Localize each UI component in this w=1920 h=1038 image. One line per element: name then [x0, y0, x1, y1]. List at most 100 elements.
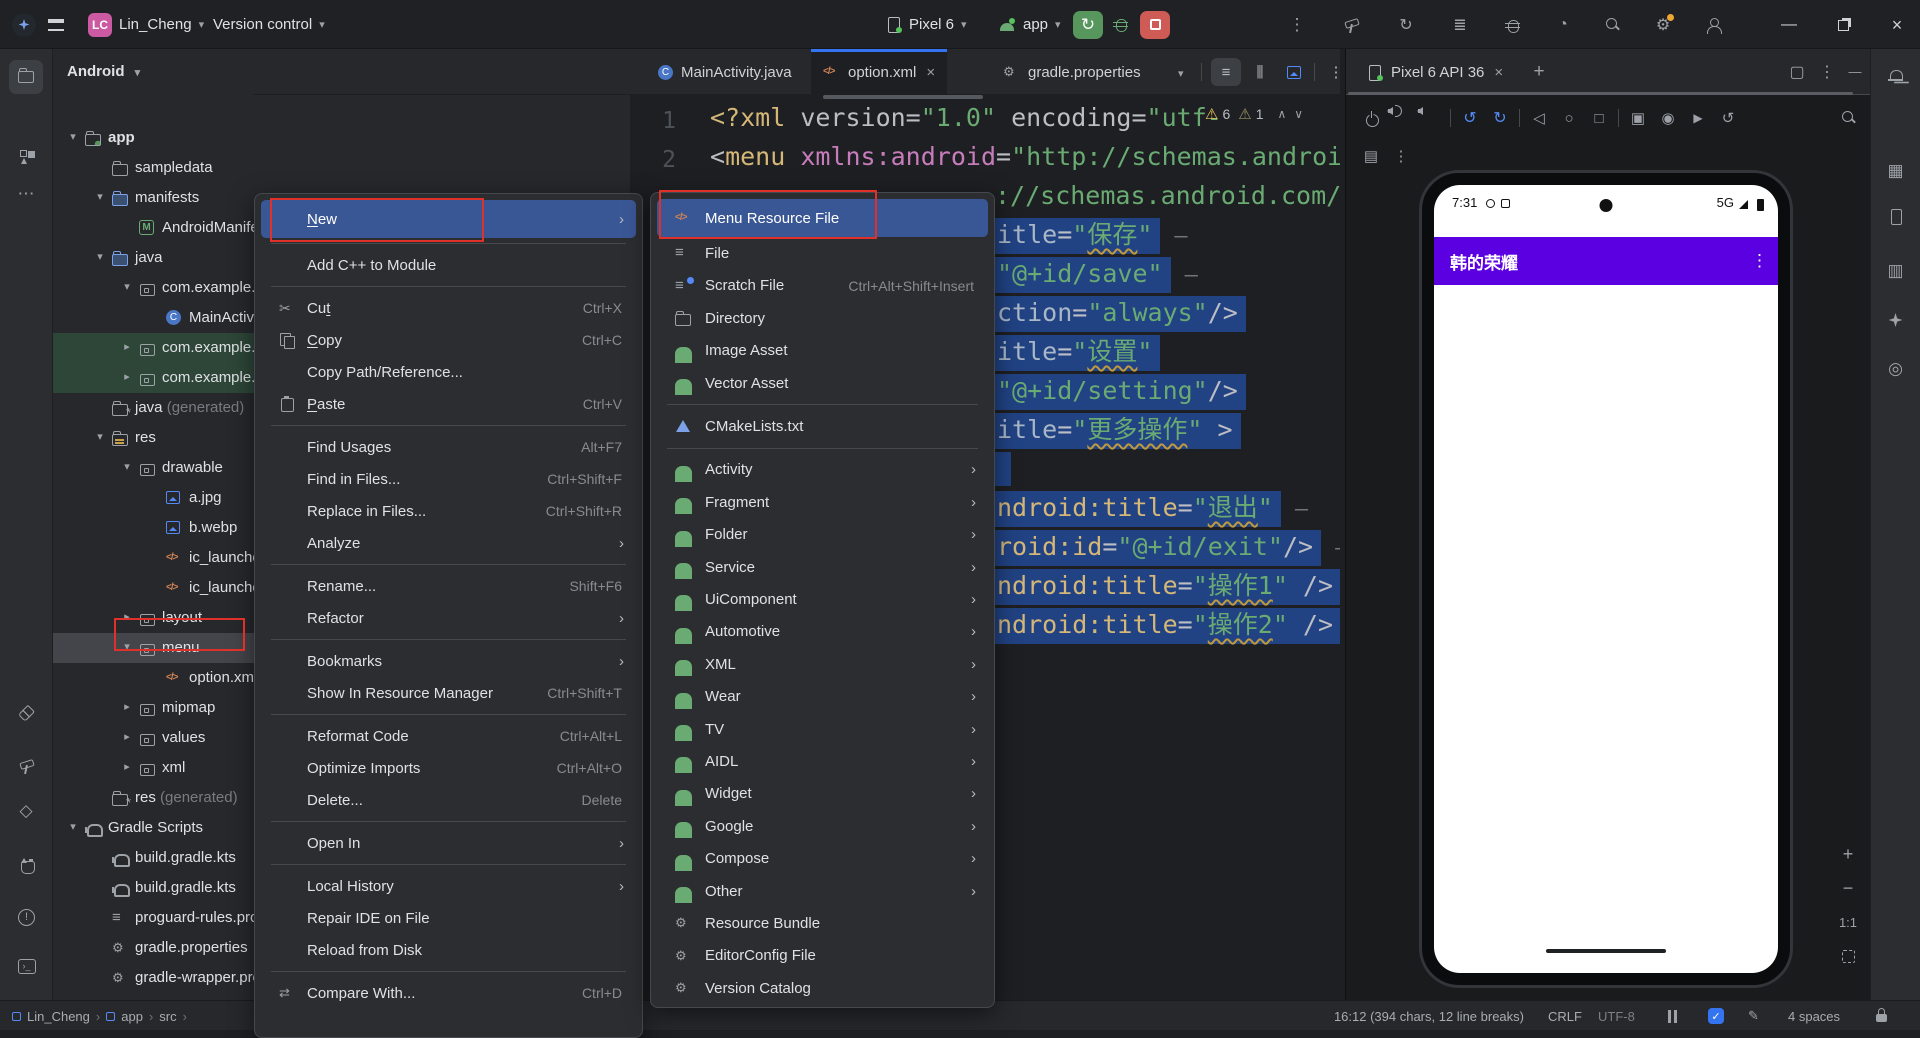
menu-item-add-c-to-module[interactable]: Add C++ to Module — [261, 249, 636, 281]
caret-position[interactable]: 16:12 (394 chars, 12 line breaks) — [1300, 1001, 1524, 1031]
power-icon[interactable] — [1356, 103, 1386, 133]
menu-item-open-in[interactable]: Open In › — [261, 827, 636, 859]
menu-item-rename[interactable]: Rename... Shift+F6 — [261, 570, 636, 602]
menu-item-compose[interactable]: Compose › — [657, 843, 988, 875]
menu-item-vector-asset[interactable]: Vector Asset — [657, 367, 988, 399]
code-line[interactable]: itle="保存" — — [995, 218, 1188, 254]
code-line[interactable]: ndroid:title="退出" — — [995, 491, 1308, 527]
menu-item-find-usages[interactable]: Find Usages Alt+F7 — [261, 431, 636, 463]
menu-item-delete[interactable]: Delete... Delete — [261, 784, 636, 816]
window-close-button[interactable]: × — [1884, 12, 1910, 38]
code-line[interactable]: ndroid:title="操作1" />— — [995, 569, 1340, 605]
menu-item-file[interactable]: File — [657, 237, 988, 269]
code-line[interactable] — [995, 452, 1011, 495]
screenshot-icon[interactable] — [1653, 103, 1683, 133]
phone-screen[interactable]: 7:31 5G 韩的荣耀 ⋮ — [1434, 185, 1778, 973]
menu-item-xml[interactable]: XML › — [657, 648, 988, 680]
zoom-out-button[interactable]: − — [1833, 873, 1863, 903]
menu-item-reformat-code[interactable]: Reformat Code Ctrl+Alt+L — [261, 720, 636, 752]
menu-item-refactor[interactable]: Refactor › — [261, 602, 636, 634]
account-icon[interactable] — [1700, 12, 1726, 38]
menu-item-service[interactable]: Service › — [657, 551, 988, 583]
design-view-button[interactable] — [1279, 58, 1309, 86]
menu-item-activity[interactable]: Activity › — [657, 454, 988, 486]
breadcrumb[interactable]: Lin_Cheng › app › src › — [12, 1001, 187, 1031]
stop-button[interactable] — [1140, 10, 1170, 39]
menu-item-cmakelists-txt[interactable]: CMakeLists.txt — [657, 410, 988, 442]
zoom-tool-icon[interactable] — [1834, 103, 1864, 133]
search-everywhere-icon[interactable] — [1600, 12, 1626, 38]
project-view-selector[interactable]: Android ▾ — [67, 63, 140, 80]
indent-guide-icon[interactable] — [1668, 1001, 1671, 1031]
build-tool-icon[interactable] — [9, 749, 43, 783]
structure-icon[interactable] — [9, 139, 43, 173]
tab-scrollbar[interactable] — [823, 95, 983, 99]
apply-changes-icon[interactable]: ↻ — [1393, 12, 1419, 38]
project-widget[interactable]: LC Lin_Cheng ▾ — [88, 0, 204, 49]
menu-item-google[interactable]: Google › — [657, 810, 988, 842]
history-icon[interactable] — [1713, 103, 1743, 133]
more-actions-icon[interactable]: ⋮ — [1284, 12, 1310, 38]
code-line[interactable]: ction="always"/> — [995, 296, 1246, 332]
menu-item-uicomponent[interactable]: UiComponent › — [657, 583, 988, 615]
gemini-icon[interactable] — [1879, 303, 1913, 337]
running-devices-icon[interactable]: ▦ — [1879, 154, 1913, 188]
code-line[interactable]: <menu xmlns:android="http://schemas.andr… — [710, 140, 1340, 174]
zoom-in-button[interactable]: + — [1833, 839, 1863, 869]
tab-gradle-properties[interactable]: gradle.properties — [991, 49, 1171, 95]
tab-dropdown-icon[interactable]: ▾ — [1178, 67, 1184, 80]
vcs-widget[interactable]: Version control ▾ — [213, 0, 325, 49]
window-minimize-button[interactable]: — — [1776, 12, 1802, 38]
menu-item-bookmarks[interactable]: Bookmarks › — [261, 645, 636, 677]
menu-item-resource-bundle[interactable]: Resource Bundle — [657, 907, 988, 939]
settings-gear-icon[interactable]: ⚙ — [1650, 12, 1676, 38]
tree-item-app[interactable]: ▾ app — [53, 123, 306, 153]
build-hammer-icon[interactable] — [1338, 12, 1364, 38]
menu-item-analyze[interactable]: Analyze › — [261, 527, 636, 559]
close-icon[interactable]: × — [1494, 64, 1503, 81]
line-ending-indicator[interactable]: CRLF — [1548, 1001, 1582, 1031]
menu-item-directory[interactable]: Directory — [657, 302, 988, 334]
menu-item-fragment[interactable]: Fragment › — [657, 486, 988, 518]
menu-item-version-catalog[interactable]: Version Catalog — [657, 972, 988, 1004]
window-maximize-button[interactable] — [1830, 12, 1856, 38]
blue-badge-icon[interactable]: ✓ — [1708, 1001, 1724, 1031]
home-indicator[interactable] — [1546, 949, 1666, 953]
screen-record-icon[interactable] — [1683, 103, 1713, 133]
ink-pen-icon[interactable]: ✎ — [1748, 1001, 1759, 1031]
menu-item-other[interactable]: Other › — [657, 875, 988, 907]
menu-item-copy[interactable]: Copy Ctrl+C — [261, 324, 636, 356]
split-view-button[interactable]: ⫼ — [1245, 58, 1275, 86]
kebab-menu-icon[interactable]: ⋮ — [1751, 251, 1768, 271]
code-line[interactable]: roid:id="@+id/exit"/>— — [995, 530, 1340, 566]
plug-icon[interactable] — [9, 695, 43, 729]
menu-item-cut[interactable]: Cut Ctrl+X — [261, 292, 636, 324]
project-tool-icon[interactable] — [9, 60, 43, 94]
rerun-button[interactable]: ↻ — [1073, 10, 1103, 39]
gem-icon[interactable] — [9, 794, 43, 828]
menu-item-tv[interactable]: TV › — [657, 713, 988, 745]
menu-item-scratch-file[interactable]: Scratch File Ctrl+Alt+Shift+Insert — [657, 270, 988, 302]
code-view-button[interactable]: ≡ — [1211, 58, 1241, 86]
volume-down-icon[interactable] — [1416, 103, 1446, 133]
menu-item-automotive[interactable]: Automotive › — [657, 616, 988, 648]
menu-item-aidl[interactable]: AIDL › — [657, 745, 988, 777]
code-line[interactable]: "@+id/save" — — [995, 257, 1198, 293]
menu-item-show-in-resource-manager[interactable]: Show In Resource Manager Ctrl+Shift+T — [261, 677, 636, 709]
menu-item-find-in-files[interactable]: Find in Files... Ctrl+Shift+F — [261, 463, 636, 495]
menu-item-paste[interactable]: Paste Ctrl+V — [261, 388, 636, 420]
lock-icon[interactable] — [1876, 1001, 1887, 1031]
code-line[interactable]: ://schemas.android.com/ap — [995, 179, 1340, 213]
reset-zoom-button[interactable]: 1:1 — [1833, 907, 1863, 937]
menu-item-image-asset[interactable]: Image Asset — [657, 335, 988, 367]
code-line[interactable]: itle="更多操作" > — [995, 413, 1241, 449]
terminal-icon[interactable] — [9, 949, 43, 983]
overview-icon[interactable] — [1584, 103, 1614, 133]
hamburger-menu-icon[interactable] — [48, 0, 64, 49]
layout-inspector-icon[interactable]: ▥ — [1879, 254, 1913, 288]
apply-code-changes-icon[interactable]: ≣ — [1447, 12, 1473, 38]
menu-item-repair-ide-on-file[interactable]: Repair IDE on File — [261, 902, 636, 934]
inspections-widget[interactable]: ⚠ 6 ⚠ 1 ∧ ∨ — [1205, 105, 1303, 123]
new-device-tab-icon[interactable]: + — [1526, 59, 1552, 85]
attach-debugger-icon[interactable] — [1499, 12, 1525, 38]
